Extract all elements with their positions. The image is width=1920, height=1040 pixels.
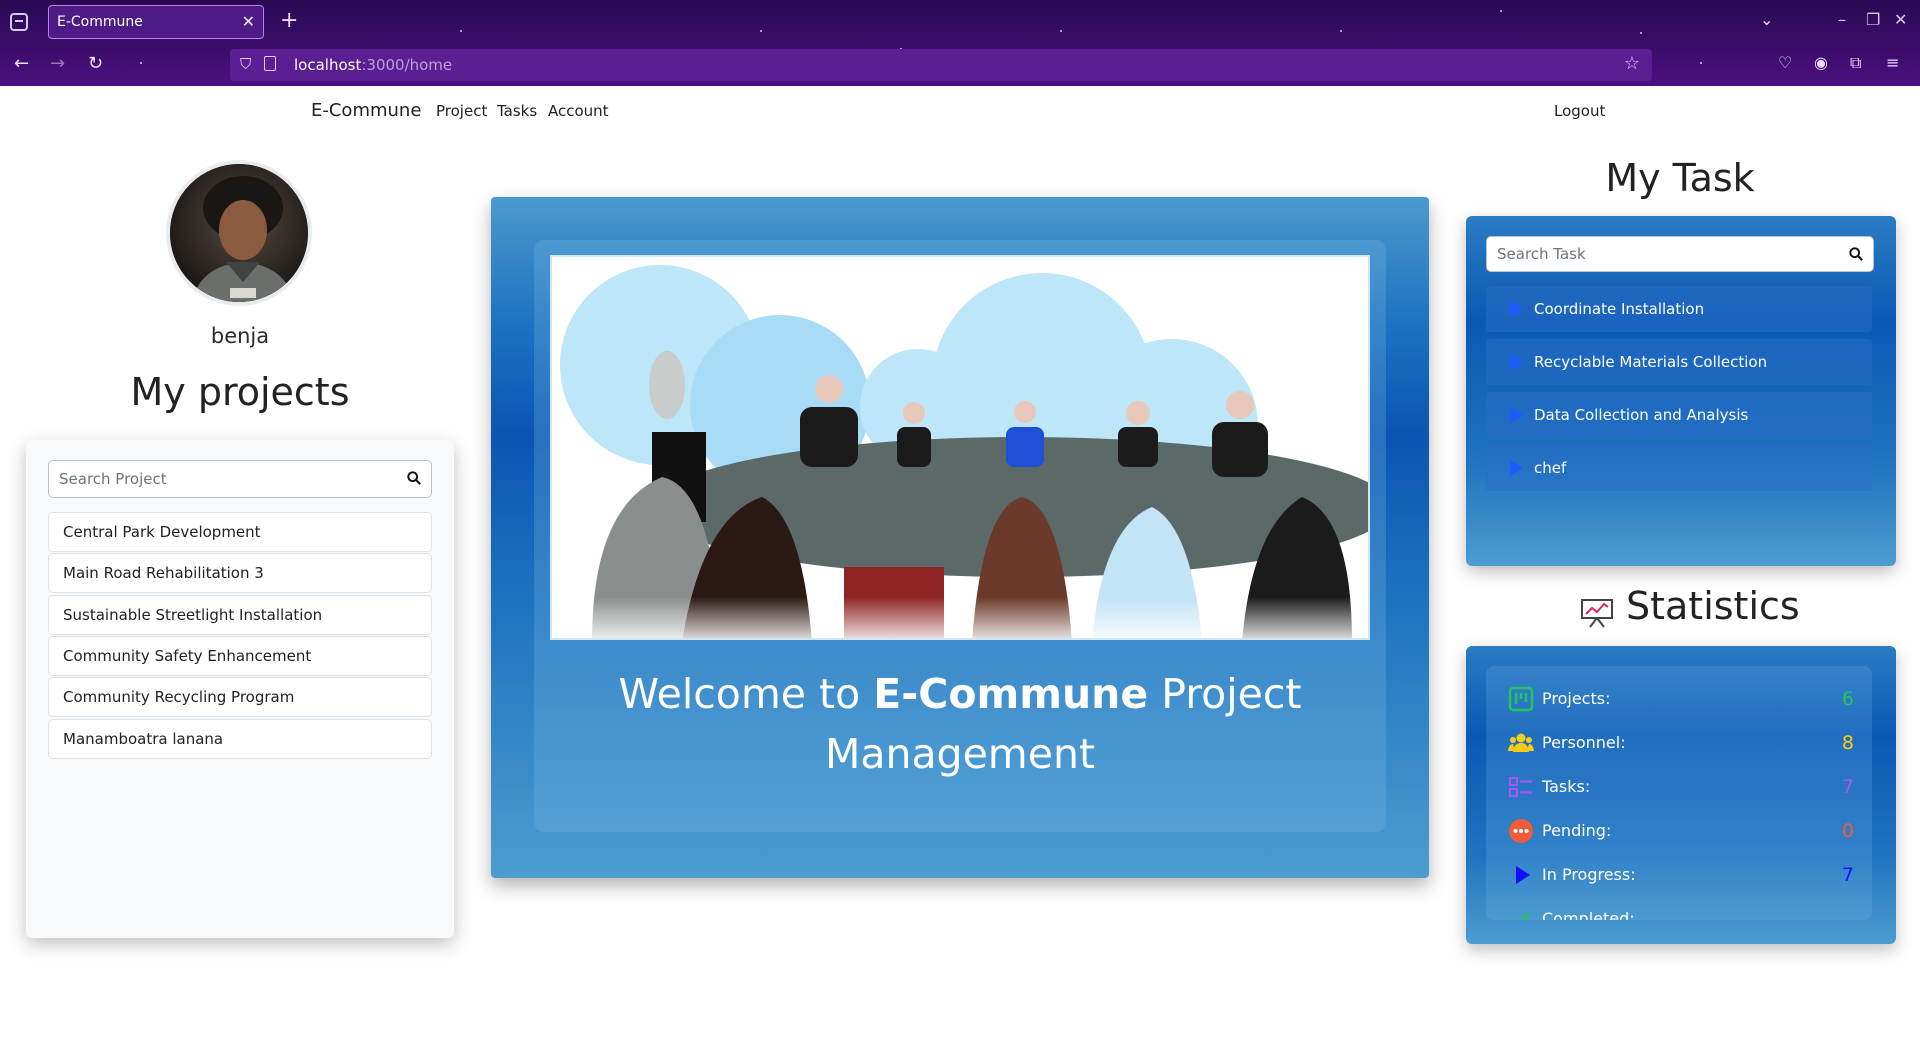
browser-tab[interactable]: E-Commune ✕ bbox=[48, 5, 264, 39]
stat-label: In Progress: bbox=[1542, 865, 1636, 884]
project-search bbox=[48, 460, 432, 498]
stat-tasks: Tasks: 7 bbox=[1486, 768, 1872, 808]
project-item-manamboatra[interactable]: Manamboatra lanana bbox=[48, 719, 432, 759]
users-icon bbox=[1508, 733, 1534, 752]
stat-value: 6 bbox=[1841, 688, 1854, 710]
tasks-heading: My Task bbox=[1605, 156, 1755, 200]
stat-label: Projects: bbox=[1542, 689, 1611, 708]
search-icon[interactable] bbox=[1849, 247, 1863, 261]
project-search-input[interactable] bbox=[59, 461, 397, 497]
task-item-recyclable[interactable]: Recyclable Materials Collection bbox=[1486, 339, 1872, 385]
bookmark-star-icon[interactable]: ☆ bbox=[1624, 53, 1640, 74]
menu-icon[interactable]: ≡ bbox=[1886, 53, 1899, 72]
play-icon bbox=[1510, 354, 1523, 370]
kanban-icon bbox=[1508, 686, 1534, 712]
stat-value: 7 bbox=[1841, 776, 1854, 798]
task-label: Coordinate Installation bbox=[1534, 300, 1705, 318]
stat-label: Personnel: bbox=[1542, 733, 1626, 752]
task-item-data-collection[interactable]: Data Collection and Analysis bbox=[1486, 392, 1872, 438]
tab-title: E-Commune bbox=[57, 14, 143, 30]
nav-tasks[interactable]: Tasks bbox=[497, 102, 537, 120]
task-search-input[interactable] bbox=[1497, 237, 1839, 271]
username: benja bbox=[210, 324, 270, 348]
welcome-inner: Welcome to E-Commune Project Management bbox=[534, 240, 1386, 832]
tab-close-icon[interactable]: ✕ bbox=[242, 6, 255, 38]
brand-link[interactable]: E-Commune bbox=[311, 100, 421, 121]
play-icon bbox=[1516, 866, 1530, 884]
statistics-card: Projects: 6 Personnel: 8 Tasks: 7 Pendin… bbox=[1466, 646, 1896, 944]
url-host: localhost bbox=[294, 56, 362, 74]
stat-value: 7 bbox=[1841, 864, 1854, 886]
meeting-scene bbox=[552, 265, 1368, 638]
project-item-safety[interactable]: Community Safety Enhancement bbox=[48, 636, 432, 676]
stat-personnel: Personnel: 8 bbox=[1486, 724, 1872, 764]
tab-strip: E-Commune ✕ + ⌄ – ❐ ✕ bbox=[0, 0, 1920, 44]
new-tab-button[interactable]: + bbox=[280, 8, 298, 33]
project-item-main-road[interactable]: Main Road Rehabilitation 3 bbox=[48, 553, 432, 593]
project-item-recycling[interactable]: Community Recycling Program bbox=[48, 677, 432, 717]
presentation-chart-icon bbox=[1581, 599, 1613, 628]
welcome-card: Welcome to E-Commune Project Management bbox=[491, 197, 1429, 878]
browser-toolbar: ← → ↻ ⛉ localhost:3000/home ☆ ♡ ◉ ⧉ ≡ bbox=[0, 44, 1920, 86]
extensions-icon[interactable]: ⧉ bbox=[1850, 53, 1861, 73]
task-label: Recyclable Materials Collection bbox=[1534, 353, 1768, 371]
task-label: chef bbox=[1534, 459, 1567, 477]
avatar-portrait bbox=[170, 164, 308, 302]
app-navbar: E-Commune Project Tasks Account Logout bbox=[0, 86, 1920, 138]
minimize-icon[interactable]: – bbox=[1838, 10, 1846, 29]
welcome-prefix: Welcome to bbox=[618, 670, 874, 718]
stat-value: 0 bbox=[1841, 820, 1854, 842]
url-bar[interactable]: ⛉ localhost:3000/home ☆ bbox=[230, 49, 1652, 81]
projects-card: Central Park Development Main Road Rehab… bbox=[26, 440, 454, 938]
stat-label: Tasks: bbox=[1542, 777, 1591, 796]
stat-in-progress: In Progress: 7 bbox=[1486, 856, 1872, 896]
url-text[interactable]: localhost:3000/home bbox=[294, 56, 452, 74]
stat-label: Completed: bbox=[1542, 909, 1635, 920]
check-icon bbox=[1512, 912, 1531, 920]
account-icon[interactable]: ◉ bbox=[1814, 53, 1828, 72]
logout-link[interactable]: Logout bbox=[1554, 102, 1605, 120]
nav-account[interactable]: Account bbox=[548, 102, 609, 120]
avatar bbox=[166, 160, 312, 306]
task-item-chef[interactable]: chef bbox=[1486, 445, 1872, 491]
statistics-list: Projects: 6 Personnel: 8 Tasks: 7 Pendin… bbox=[1486, 666, 1872, 920]
pocket-icon[interactable]: ♡ bbox=[1778, 53, 1792, 72]
project-item-central-park[interactable]: Central Park Development bbox=[48, 512, 432, 552]
pending-icon bbox=[1509, 819, 1533, 843]
stat-pending: Pending: 0 bbox=[1486, 812, 1872, 852]
stat-projects: Projects: 6 bbox=[1486, 680, 1872, 720]
play-icon bbox=[1510, 301, 1523, 317]
restore-icon[interactable]: ❐ bbox=[1866, 10, 1880, 29]
project-item-streetlight[interactable]: Sustainable Streetlight Installation bbox=[48, 595, 432, 635]
stat-completed: Completed: bbox=[1486, 900, 1872, 920]
task-search bbox=[1486, 236, 1874, 272]
search-icon[interactable] bbox=[407, 471, 421, 485]
welcome-heading: Welcome to E-Commune Project Management bbox=[574, 664, 1346, 784]
url-path: :3000/home bbox=[361, 56, 453, 74]
close-window-icon[interactable]: ✕ bbox=[1894, 10, 1907, 29]
task-label: Data Collection and Analysis bbox=[1534, 406, 1749, 424]
welcome-brand: E-Commune bbox=[873, 670, 1149, 718]
browser-chrome: E-Commune ✕ + ⌄ – ❐ ✕ ← → ↻ ⛉ localhost:… bbox=[0, 0, 1920, 86]
tasks-card: Coordinate Installation Recyclable Mater… bbox=[1466, 216, 1896, 566]
nav-project[interactable]: Project bbox=[436, 102, 487, 120]
page-icon bbox=[264, 56, 276, 71]
stat-value: 8 bbox=[1841, 732, 1854, 754]
statistics-heading: Statistics bbox=[1626, 584, 1800, 628]
stat-label: Pending: bbox=[1542, 821, 1612, 840]
play-icon bbox=[1510, 460, 1523, 476]
reload-icon[interactable]: ↻ bbox=[88, 53, 103, 74]
tab-list-icon[interactable] bbox=[10, 13, 28, 31]
back-icon[interactable]: ← bbox=[14, 53, 29, 74]
meeting-illustration bbox=[550, 255, 1370, 640]
chevron-down-icon[interactable]: ⌄ bbox=[1760, 10, 1773, 29]
projects-heading: My projects bbox=[130, 370, 350, 414]
checklist-icon bbox=[1509, 777, 1532, 797]
shield-icon: ⛉ bbox=[240, 55, 252, 73]
play-icon bbox=[1510, 407, 1523, 423]
task-item-coordinate[interactable]: Coordinate Installation bbox=[1486, 286, 1872, 332]
forward-icon[interactable]: → bbox=[50, 53, 65, 74]
